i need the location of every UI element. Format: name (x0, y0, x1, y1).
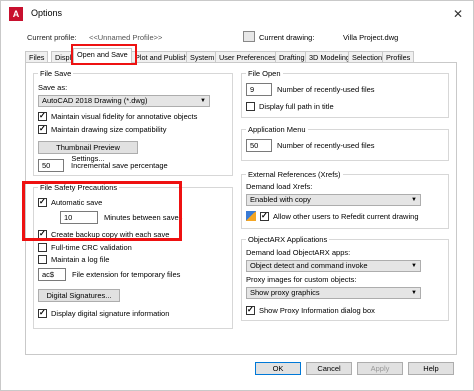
full-time-crc-label: Full-time CRC validation (51, 243, 132, 252)
autocad-logo-icon: A (9, 7, 23, 21)
drawing-file-icon (243, 31, 255, 42)
cancel-button[interactable]: Cancel (306, 362, 352, 375)
maintain-log-label: Maintain a log file (51, 255, 110, 264)
maintain-visual-checkbox[interactable] (38, 111, 47, 121)
current-profile-label: Current profile: (27, 33, 77, 42)
temp-extension-label: File extension for temporary files (72, 270, 181, 279)
incremental-save-label: Incremental save percentage (71, 161, 168, 170)
file-open-group: File Open 9 Number of recently-used file… (241, 69, 449, 118)
proxy-images-label: Proxy images for custom objects: (246, 275, 357, 284)
tab-highlight-box (71, 44, 137, 65)
chevron-down-icon: ▼ (411, 263, 417, 269)
file-save-group: File Save Save as: AutoCAD 2018 Drawing … (33, 69, 233, 176)
chevron-down-icon: ▼ (200, 98, 206, 104)
recent-files-input[interactable]: 9 (246, 83, 272, 96)
display-signature-checkbox[interactable] (38, 308, 47, 318)
title-bar: A Options ✕ (1, 1, 473, 27)
current-profile-value: <<Unnamed Profile>> (89, 33, 163, 42)
application-menu-group: Application Menu 50 Number of recently-u… (241, 125, 449, 161)
recent-files-label: Number of recently-used files (277, 85, 375, 94)
thumbnail-preview-button[interactable]: Thumbnail Preview Settings... (38, 141, 138, 163)
show-proxy-dialog-label: Show Proxy Information dialog box (259, 306, 375, 315)
proxy-images-select[interactable]: Show proxy graphics ▼ (246, 287, 421, 299)
show-proxy-dialog-checkbox[interactable] (246, 305, 255, 315)
digital-signatures-button[interactable]: Digital Signatures... (38, 289, 120, 302)
app-menu-recent-label: Number of recently-used files (277, 141, 375, 150)
proxy-images-value: Show proxy graphics (250, 288, 320, 297)
ok-button[interactable]: OK (255, 362, 301, 375)
current-drawing-value: Villa Project.dwg (343, 33, 399, 42)
incremental-save-input[interactable]: 50 (38, 159, 64, 172)
maintain-log-checkbox[interactable] (38, 255, 47, 264)
xrefs-demand-load-label: Demand load Xrefs: (246, 182, 313, 191)
allow-refedit-label: Allow other users to Refedit current dra… (273, 212, 419, 221)
xrefs-demand-load-value: Enabled with copy (250, 195, 311, 204)
maintain-drawing-size-checkbox[interactable] (38, 124, 47, 134)
objectarx-group: ObjectARX Applications Demand load Objec… (241, 235, 449, 321)
display-full-path-checkbox[interactable] (246, 102, 255, 111)
display-signature-label: Display digital signature information (51, 309, 170, 318)
xrefs-demand-load-select[interactable]: Enabled with copy ▼ (246, 194, 421, 206)
window-title: Options (31, 8, 63, 18)
refedit-icon (246, 211, 256, 221)
xrefs-group: External References (Xrefs) Demand load … (241, 170, 449, 229)
save-as-value: AutoCAD 2018 Drawing (*.dwg) (42, 96, 148, 105)
maintain-visual-label: Maintain visual fidelity for annotative … (51, 112, 198, 121)
temp-extension-input[interactable]: ac$ (38, 268, 66, 281)
save-as-label: Save as: (38, 83, 68, 92)
objectarx-title: ObjectARX Applications (246, 235, 330, 244)
chevron-down-icon: ▼ (411, 290, 417, 296)
display-full-path-label: Display full path in title (259, 102, 334, 111)
objectarx-demand-load-select[interactable]: Object detect and command invoke ▼ (246, 260, 421, 272)
allow-refedit-checkbox[interactable] (260, 211, 269, 221)
objectarx-demand-load-label: Demand load ObjectARX apps: (246, 248, 351, 257)
maintain-drawing-size-label: Maintain drawing size compatibility (51, 125, 167, 134)
xrefs-title: External References (Xrefs) (246, 170, 343, 179)
full-time-crc-checkbox[interactable] (38, 243, 47, 252)
objectarx-demand-load-value: Object detect and command invoke (250, 261, 368, 270)
application-menu-title: Application Menu (246, 125, 308, 134)
chevron-down-icon: ▼ (411, 197, 417, 203)
file-save-title: File Save (38, 69, 74, 78)
help-button[interactable]: Help (408, 362, 454, 375)
save-as-select[interactable]: AutoCAD 2018 Drawing (*.dwg) ▼ (38, 95, 210, 107)
file-open-title: File Open (246, 69, 283, 78)
app-menu-recent-input[interactable]: 50 (246, 139, 272, 152)
file-safety-highlight-box (22, 181, 182, 241)
options-dialog: A Options ✕ Current profile: <<Unnamed P… (0, 0, 474, 391)
apply-button[interactable]: Apply (357, 362, 403, 375)
current-drawing-label: Current drawing: (259, 33, 315, 42)
close-button[interactable]: ✕ (449, 6, 467, 22)
